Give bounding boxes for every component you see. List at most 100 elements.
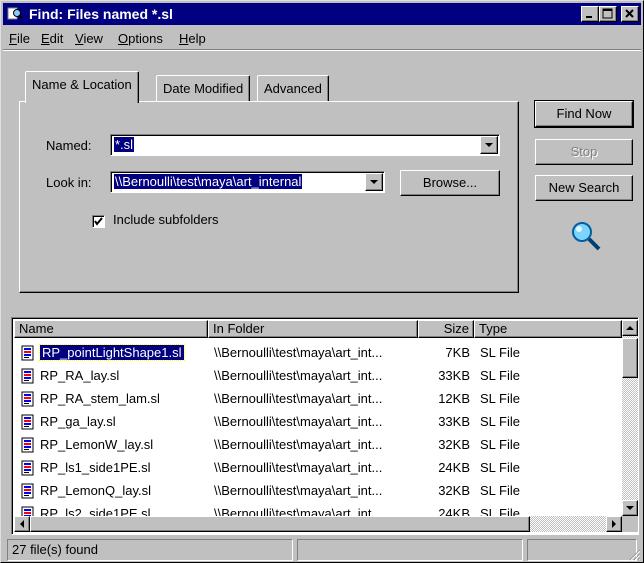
new-search-button[interactable]: New Search <box>535 175 633 201</box>
close-icon <box>625 9 634 18</box>
table-row[interactable]: RP_ga_lay.sl \\Bernoulli\test\maya\art_i… <box>14 411 622 434</box>
cell-name: RP_RA_lay.sl <box>40 368 120 383</box>
cell-name: RP_RA_stem_lam.sl <box>40 391 160 406</box>
cell-name: RP_LemonW_lay.sl <box>40 437 154 452</box>
cell-size: 7KB <box>445 345 470 360</box>
cell-size: 33KB <box>438 414 470 429</box>
maximize-button[interactable] <box>599 6 617 22</box>
table-row[interactable]: RP_pointLightShape1.sl \\Bernoulli\test\… <box>14 342 622 365</box>
cell-folder: \\Bernoulli\test\maya\art_int... <box>214 506 383 516</box>
cell-folder: \\Bernoulli\test\maya\art_int... <box>214 460 383 475</box>
window-title: Find: Files named *.sl <box>29 6 173 22</box>
horizontal-scrollbar[interactable] <box>14 516 622 532</box>
menu-view[interactable]: View <box>75 31 103 46</box>
table-row[interactable]: RP_ls1_side1PE.sl \\Bernoulli\test\maya\… <box>14 457 622 480</box>
cell-folder: \\Bernoulli\test\maya\art_int... <box>214 368 383 383</box>
cell-type: SL File <box>480 506 520 516</box>
menu-separator <box>3 49 641 51</box>
tab-name-location[interactable]: Name & Location <box>25 71 139 103</box>
tab-advanced[interactable]: Advanced <box>257 75 329 101</box>
lookin-dropdown-button[interactable] <box>365 173 383 191</box>
cell-name: RP_ls2_side1PE.sl <box>40 506 151 516</box>
cell-name: RP_ls1_side1PE.sl <box>40 460 151 475</box>
cell-folder: \\Bernoulli\test\maya\art_int... <box>214 437 383 452</box>
minimize-icon <box>586 16 592 18</box>
table-row[interactable]: RP_RA_lay.sl \\Bernoulli\test\maya\art_i… <box>14 365 622 388</box>
table-row[interactable]: RP_RA_stem_lam.sl \\Bernoulli\test\maya\… <box>14 388 622 411</box>
lookin-value: \\Bernoulli\test\maya\art_internal <box>114 174 303 189</box>
include-subfolders-checkbox[interactable] <box>92 215 105 228</box>
column-header-size[interactable]: Size <box>418 320 474 338</box>
cell-type: SL File <box>480 437 520 452</box>
sl-file-icon <box>21 483 34 499</box>
arrow-down-icon <box>626 506 634 510</box>
lookin-combobox[interactable]: \\Bernoulli\test\maya\art_internal <box>110 171 385 193</box>
browse-button[interactable]: Browse... <box>400 170 500 196</box>
status-pane-3 <box>527 539 637 561</box>
status-count: 27 file(s) found <box>7 539 293 561</box>
scroll-thumb-horizontal[interactable] <box>30 516 530 532</box>
cell-size: 32KB <box>438 483 470 498</box>
menu-help[interactable]: Help <box>179 31 206 46</box>
cell-size: 24KB <box>438 506 470 516</box>
vertical-scrollbar[interactable] <box>622 320 638 516</box>
cell-type: SL File <box>480 368 520 383</box>
resize-grip-icon[interactable] <box>627 547 641 561</box>
scroll-up-button[interactable] <box>622 320 638 336</box>
menu-file[interactable]: File <box>9 31 30 46</box>
results-list[interactable]: Name In Folder Size Type RP_pointLightSh… <box>11 317 639 535</box>
scroll-thumb[interactable] <box>622 338 638 378</box>
scroll-corner <box>622 516 638 532</box>
find-window: Find: Files named *.sl File Edit View Op… <box>0 0 644 563</box>
tab-panel: Named: *.sl Look in: \\Bernoulli\test\ma… <box>19 101 519 293</box>
cell-type: SL File <box>480 483 520 498</box>
named-dropdown-button[interactable] <box>480 136 498 154</box>
column-header-type[interactable]: Type <box>474 320 622 338</box>
named-combobox[interactable]: *.sl <box>110 134 500 156</box>
cell-folder: \\Bernoulli\test\maya\art_int... <box>214 345 383 360</box>
minimize-button[interactable] <box>581 6 599 22</box>
cell-name: RP_ga_lay.sl <box>40 414 116 429</box>
find-magnifier-icon <box>7 7 23 20</box>
arrow-right-icon <box>612 520 616 528</box>
table-row[interactable]: RP_ls2_side1PE.sl \\Bernoulli\test\maya\… <box>14 503 622 516</box>
table-row[interactable]: RP_LemonQ_lay.sl \\Bernoulli\test\maya\a… <box>14 480 622 503</box>
arrow-up-icon <box>626 326 634 330</box>
cell-folder: \\Bernoulli\test\maya\art_int... <box>214 391 383 406</box>
cell-size: 32KB <box>438 437 470 452</box>
close-button[interactable] <box>621 6 639 22</box>
arrow-left-icon <box>20 520 24 528</box>
find-now-button[interactable]: Find Now <box>534 100 634 128</box>
cell-type: SL File <box>480 345 520 360</box>
lookin-label: Look in: <box>46 175 92 190</box>
title-bar[interactable]: Find: Files named *.sl <box>3 3 641 25</box>
cell-size: 12KB <box>438 391 470 406</box>
column-header-in-folder[interactable]: In Folder <box>208 320 418 338</box>
cell-folder: \\Bernoulli\test\maya\art_int... <box>214 414 383 429</box>
sl-file-icon <box>21 437 34 453</box>
column-header-name[interactable]: Name <box>14 320 208 338</box>
sl-file-icon <box>21 391 34 407</box>
cell-name: RP_LemonQ_lay.sl <box>40 483 152 498</box>
table-row[interactable]: RP_LemonW_lay.sl \\Bernoulli\test\maya\a… <box>14 434 622 457</box>
sl-file-icon <box>21 460 34 476</box>
include-subfolders-label: Include subfolders <box>113 212 219 227</box>
menu-bar: File Edit View Options Help <box>3 27 641 49</box>
status-bar: 27 file(s) found <box>3 539 641 561</box>
cell-type: SL File <box>480 391 520 406</box>
status-pane-2 <box>297 539 523 561</box>
maximize-icon <box>602 8 613 19</box>
sl-file-icon <box>21 345 34 361</box>
scroll-left-button[interactable] <box>14 516 30 532</box>
named-value: *.sl <box>114 137 135 152</box>
cell-folder: \\Bernoulli\test\maya\art_int... <box>214 483 383 498</box>
cell-size: 24KB <box>438 460 470 475</box>
sl-file-icon <box>21 506 34 516</box>
stop-button[interactable]: Stop <box>535 139 633 165</box>
scroll-right-button[interactable] <box>606 516 622 532</box>
menu-options[interactable]: Options <box>118 31 163 46</box>
menu-edit[interactable]: Edit <box>41 31 63 46</box>
scroll-down-button[interactable] <box>622 500 638 516</box>
tab-date-modified[interactable]: Date Modified <box>156 75 251 101</box>
cell-size: 33KB <box>438 368 470 383</box>
